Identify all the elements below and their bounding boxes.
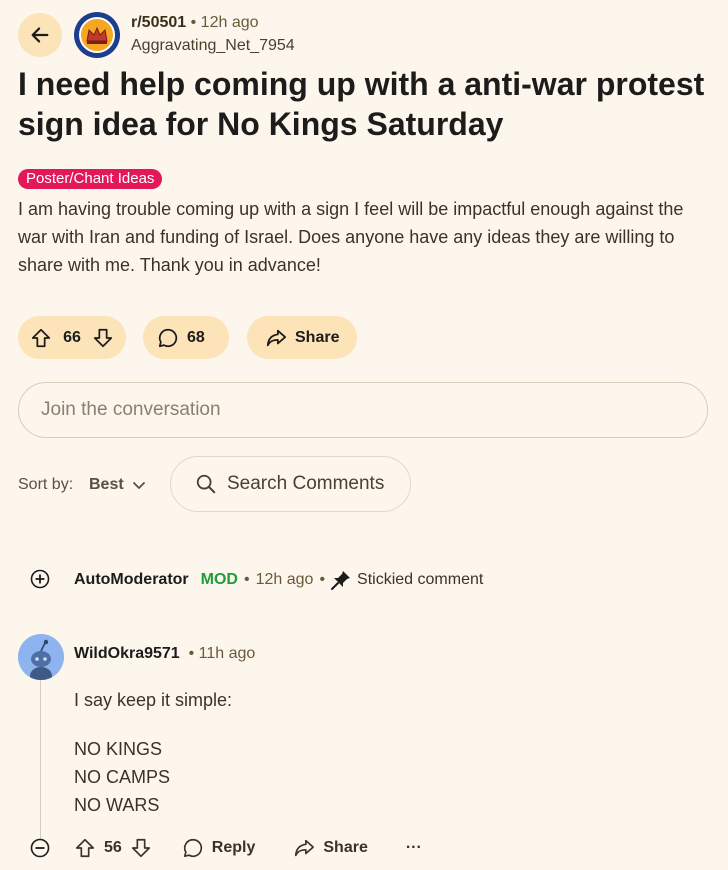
pin-icon bbox=[331, 570, 351, 590]
speech-bubble-icon bbox=[182, 837, 204, 859]
comment-header: WildOkra9571 • 11h ago bbox=[74, 645, 255, 663]
separator-dot: • bbox=[243, 571, 250, 588]
comment-line: NO CAMPS bbox=[74, 767, 171, 787]
share-button[interactable]: Share bbox=[247, 316, 357, 359]
speech-bubble-icon bbox=[157, 327, 179, 349]
comment-count: 68 bbox=[187, 328, 205, 346]
arrow-down-icon[interactable] bbox=[92, 327, 114, 349]
stickied-label: Stickied comment bbox=[357, 571, 484, 588]
reply-label: Reply bbox=[211, 839, 256, 856]
mod-badge: MOD bbox=[200, 571, 238, 588]
post-flair[interactable]: Poster/Chant Ideas bbox=[18, 169, 163, 189]
comment-body: I say keep it simple: NO KINGS NO CAMPS … bbox=[74, 686, 232, 819]
snoo-avatar-icon bbox=[18, 634, 64, 680]
comment-time: 12h ago bbox=[255, 571, 314, 588]
comment-time: 11h ago bbox=[198, 645, 256, 662]
vote-control: 66 bbox=[18, 316, 126, 359]
separator-dot: • bbox=[184, 645, 195, 662]
arrow-up-icon[interactable] bbox=[74, 837, 96, 859]
sort-dropdown[interactable]: Best bbox=[89, 476, 146, 494]
vote-count: 66 bbox=[63, 328, 81, 346]
share-label: Share bbox=[295, 328, 340, 346]
comment-vote-count: 56 bbox=[104, 839, 122, 856]
subreddit-meta: r/50501 • 12h ago bbox=[131, 14, 259, 32]
more-options-button[interactable]: ··· bbox=[406, 839, 422, 857]
arrow-up-icon[interactable] bbox=[30, 327, 52, 349]
plus-circle-icon[interactable] bbox=[30, 569, 50, 589]
share-arrow-icon bbox=[293, 837, 315, 859]
separator-dot: • bbox=[319, 571, 326, 588]
comment-actions: 56 Reply Share ··· bbox=[74, 834, 422, 862]
thread-line[interactable] bbox=[40, 680, 41, 840]
search-comments-label: Search Comments bbox=[227, 473, 385, 494]
comment-author[interactable]: AutoModerator bbox=[74, 571, 189, 589]
post-body: I am having trouble coming up with a sig… bbox=[18, 199, 684, 275]
back-button[interactable] bbox=[18, 13, 62, 57]
chevron-down-icon bbox=[132, 478, 146, 492]
arrow-left-icon bbox=[29, 24, 51, 46]
post-time: 12h ago bbox=[200, 14, 259, 31]
comment-vote-control: 56 bbox=[74, 837, 152, 859]
sort-label: Sort by: bbox=[18, 476, 74, 493]
crown-icon bbox=[86, 26, 108, 44]
subreddit-avatar[interactable] bbox=[74, 12, 120, 58]
search-comments-button[interactable]: Search Comments bbox=[170, 456, 411, 512]
search-icon bbox=[195, 473, 217, 495]
reply-button[interactable]: Reply bbox=[182, 837, 256, 859]
sort-value: Best bbox=[89, 476, 124, 493]
comments-button[interactable]: 68 bbox=[143, 316, 229, 359]
subreddit-name[interactable]: r/50501 bbox=[131, 14, 186, 31]
join-conversation-input[interactable]: Join the conversation bbox=[18, 382, 708, 438]
avatar[interactable] bbox=[18, 634, 64, 680]
post-author[interactable]: Aggravating_Net_7954 bbox=[131, 37, 295, 55]
post-title: I need help coming up with a anti-war pr… bbox=[18, 66, 705, 142]
share-arrow-icon bbox=[265, 327, 287, 349]
comment-line: NO KINGS bbox=[74, 739, 163, 759]
comment-share-button[interactable]: Share bbox=[293, 837, 368, 859]
arrow-down-icon[interactable] bbox=[130, 837, 152, 859]
comment-author[interactable]: WildOkra9571 bbox=[74, 645, 180, 662]
minus-circle-icon[interactable] bbox=[30, 838, 50, 858]
separator-dot: • bbox=[190, 14, 201, 31]
comment-line: NO WARS bbox=[74, 795, 160, 815]
automod-comment-header: AutoModerator MOD • 12h ago • Stickied c… bbox=[74, 570, 483, 590]
comment-share-label: Share bbox=[323, 839, 368, 856]
join-placeholder: Join the conversation bbox=[41, 399, 221, 420]
comment-intro: I say keep it simple: bbox=[74, 690, 233, 710]
